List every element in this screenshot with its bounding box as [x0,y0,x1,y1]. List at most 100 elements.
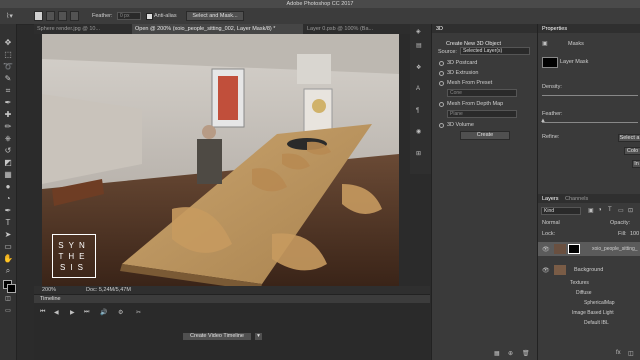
select-and-mask-prop-button[interactable]: Select a [618,134,640,142]
timeline-dropdown-icon[interactable]: ▾ [254,332,263,341]
sub-layer-spherical[interactable]: SphericalMap [584,300,615,306]
filter-smart-icon[interactable]: ⊡ [628,207,633,214]
eyedropper-tool-icon[interactable]: ✒ [2,98,14,108]
marquee-tool-icon[interactable]: ⬚ [2,50,14,60]
3d-panel-icon[interactable]: ◈ [416,28,421,35]
feather-slider-handle[interactable]: ▲ [540,118,546,124]
source-select[interactable]: Selected Layer(s) [460,47,530,55]
shape-tool-icon[interactable]: ▭ [2,242,14,252]
tab-3d[interactable]: 3D [436,26,443,32]
quick-select-tool-icon[interactable]: ✎ [2,74,14,84]
select-and-mask-button[interactable]: Select and Mask... [186,11,244,21]
depth-select[interactable]: Plane [447,110,517,118]
settings-icon[interactable]: ⚙ [118,309,123,316]
blur-tool-icon[interactable]: ● [2,182,14,192]
add-selection-icon[interactable] [46,11,55,21]
tab-channels[interactable]: Channels [565,196,588,202]
layer-row[interactable]: 👁 xoio_people_sitting_ [538,242,640,256]
first-frame-icon[interactable]: ⏮ [40,309,45,316]
add-icon[interactable]: ⊕ [508,350,513,357]
eraser-tool-icon[interactable]: ◩ [2,158,14,168]
mask-thumbnail[interactable] [542,57,558,68]
healing-tool-icon[interactable]: ✚ [2,110,14,120]
create-3d-button[interactable]: Create [460,131,510,140]
trash-icon[interactable]: 🗑 [522,350,530,357]
density-slider[interactable] [542,95,638,96]
move-tool-icon[interactable]: ✥ [2,38,14,48]
kind-filter[interactable]: Kind [541,207,581,215]
gradient-tool-icon[interactable]: ▦ [2,170,14,180]
sub-layer-ibl[interactable]: Image Based Light [572,310,614,316]
logo-line: THE [58,252,90,261]
filter-adjust-icon[interactable]: ◑ [598,207,602,213]
paragraph-icon[interactable]: ¶ [416,108,419,114]
brush-presets-icon[interactable]: ❖ [416,64,421,71]
background-color-swatch[interactable] [7,284,16,293]
path-select-tool-icon[interactable]: ➤ [2,230,14,240]
preset-select[interactable]: Cone [447,89,517,97]
depth-map-radio[interactable] [439,102,444,107]
mesh-preset-radio[interactable] [439,81,444,86]
filter-type-icon[interactable]: T [608,207,612,213]
filter-shape-icon[interactable]: ▭ [618,207,624,214]
antialias-checkbox[interactable] [146,13,153,20]
screen-mode-icon[interactable]: ▭ [2,306,14,316]
dodge-tool-icon[interactable]: ◔ [2,194,14,204]
hand-tool-icon[interactable]: ✋ [2,254,14,264]
tab-sphere-render[interactable]: Sphere render.jpg @ 10... [34,24,133,34]
color-range-button[interactable]: Colo [624,147,640,155]
split-icon[interactable]: ✂ [136,309,141,316]
antialias-label: Anti-alias [154,13,177,19]
subtract-selection-icon[interactable] [58,11,67,21]
timeline-title[interactable]: Timeline [40,296,61,302]
sub-layer-diffuse[interactable]: Diffuse [576,290,591,296]
new-selection-icon[interactable] [34,11,43,21]
add-mask-icon[interactable]: ◫ [628,350,634,357]
visibility-eye-icon[interactable]: 👁 [542,246,550,253]
audio-icon[interactable]: 🔊 [100,309,107,316]
zoom-level[interactable]: 200% [42,287,56,293]
character-icon[interactable]: A [416,86,420,92]
tab-open[interactable]: Open @ 200% (xoio_people_sitting_002, La… [132,24,303,34]
brush-tool-icon[interactable]: ✏ [2,122,14,132]
pen-tool-icon[interactable]: ✒ [2,206,14,216]
type-tool-icon[interactable]: T [2,218,14,228]
lock-label: Lock: [542,231,556,237]
zoom-tool-icon[interactable]: ⌕ [2,266,14,276]
tab-layer0[interactable]: Layer 0.psb @ 100% (Ba... [304,24,417,34]
render-icon[interactable]: ▦ [494,350,500,357]
feather-input[interactable]: 0 px [117,12,141,20]
crop-tool-icon[interactable]: ⌗ [2,86,14,96]
clone-source-icon[interactable]: ◉ [416,128,421,135]
intersect-selection-icon[interactable] [70,11,79,21]
volume-radio[interactable] [439,123,444,128]
prev-frame-icon[interactable]: ◀ [54,309,59,316]
lasso-tool-icon[interactable]: ➰ [2,62,14,72]
layer-row[interactable]: 👁 Background [538,263,640,277]
filter-pixel-icon[interactable]: ▣ [588,207,594,214]
lasso-tool-icon[interactable]: ⌇▾ [6,12,13,20]
postcard-radio[interactable] [439,61,444,66]
tab-properties[interactable]: Properties [542,26,567,32]
stamp-tool-icon[interactable]: ⎈ [2,134,14,144]
feather-slider[interactable] [542,122,638,123]
visibility-eye-icon[interactable]: 👁 [542,267,550,274]
quick-mask-icon[interactable]: ◫ [2,294,14,304]
create-video-timeline-button[interactable]: Create Video Timeline [182,332,252,341]
invert-button[interactable]: In [632,160,640,168]
tab-layers[interactable]: Layers [542,196,559,202]
history-brush-icon[interactable]: ↺ [2,146,14,156]
fx-icon[interactable]: fx [616,350,621,356]
mesh-icon[interactable]: ⊞ [416,150,421,157]
blend-mode-select[interactable]: Normal [542,220,560,226]
layer-mask-thumbnail[interactable] [568,244,580,254]
sub-layer-default-ibl[interactable]: Default IBL [584,320,609,326]
fill-value[interactable]: 100 [630,231,639,237]
histogram-icon[interactable]: ▤ [416,42,422,49]
sub-layer-textures[interactable]: Textures [570,280,589,286]
next-frame-icon[interactable]: ⏭ [84,309,89,316]
extrusion-radio[interactable] [439,71,444,76]
document-canvas[interactable]: SYN THE SIS [42,34,399,286]
play-icon[interactable]: ▶ [70,309,75,316]
volume-label: 3D Volume [447,122,474,128]
